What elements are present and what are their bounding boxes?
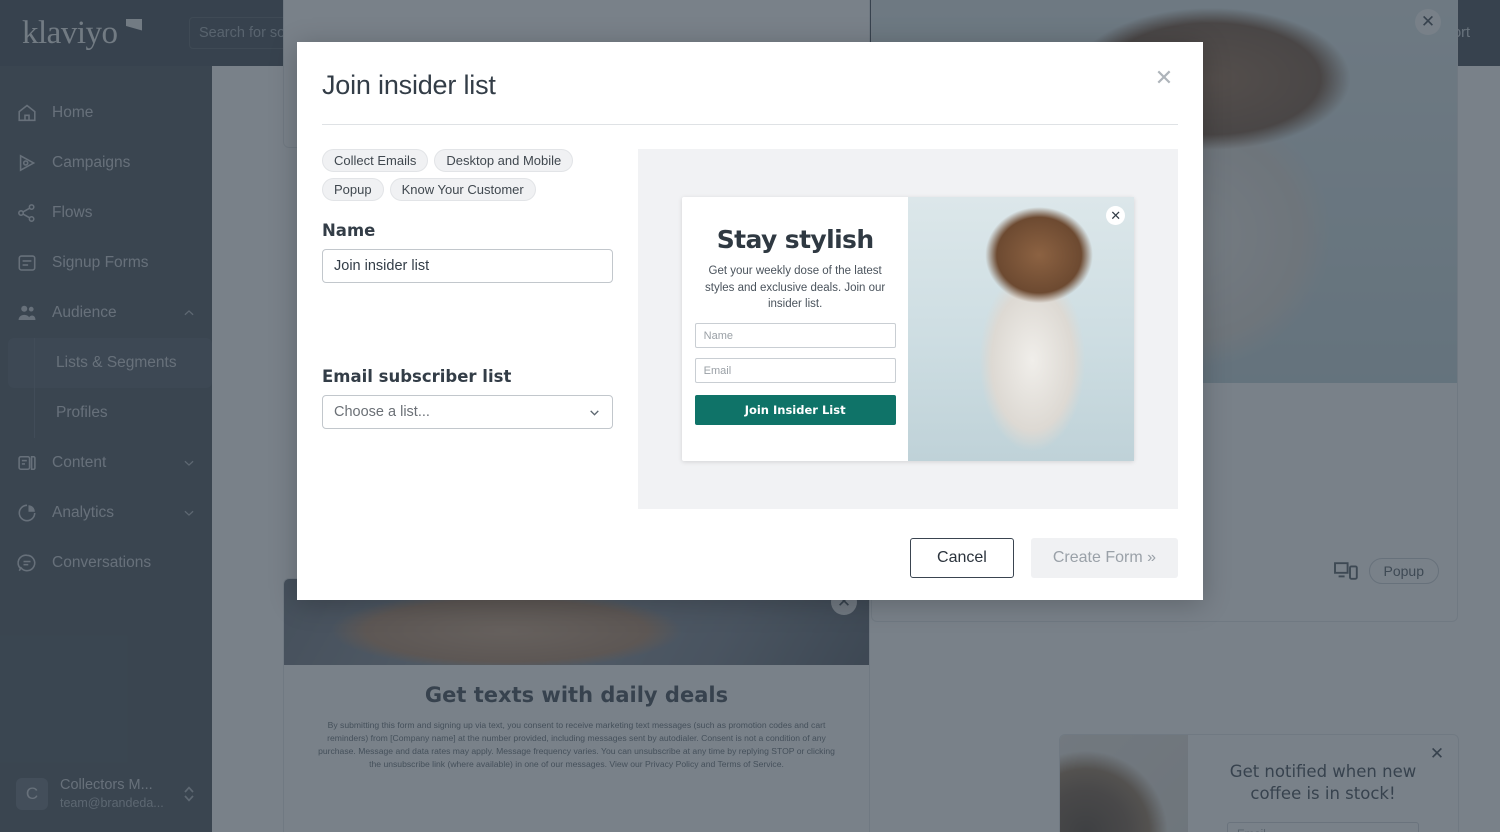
popup-subtext: Get your weekly dose of the latest style… (705, 265, 886, 311)
form-name-value: Join insider list (334, 258, 430, 274)
tag-popup: Popup (322, 178, 384, 201)
form-name-input[interactable]: Join insider list (322, 249, 613, 283)
form-preview-panel: Stay stylish Get your weekly dose of the… (638, 149, 1178, 509)
popup-image-side: ✕ (908, 197, 1135, 461)
modal-body: Collect Emails Desktop and Mobile Popup … (297, 125, 1203, 509)
page-title: Join insider list (322, 70, 496, 100)
close-icon[interactable]: ✕ (1151, 66, 1177, 92)
popup-headline: Stay stylish (716, 225, 874, 254)
select-value: Choose a list... (334, 404, 430, 420)
email-subscriber-list-select[interactable]: Choose a list... (322, 395, 613, 429)
list-field-label: Email subscriber list (322, 367, 512, 386)
create-form-button[interactable]: Create Form » (1030, 538, 1178, 578)
close-icon[interactable]: ✕ (1106, 206, 1126, 225)
popup-name-placeholder: Name (703, 329, 733, 342)
cancel-button[interactable]: Cancel (910, 538, 1014, 578)
popup-submit-button[interactable]: Join Insider List (694, 395, 896, 426)
chevron-down-icon (590, 409, 599, 416)
tag-list: Collect Emails Desktop and Mobile Popup … (322, 149, 613, 201)
form-column: Collect Emails Desktop and Mobile Popup … (322, 149, 613, 509)
modal-header: Join insider list ✕ (297, 42, 1203, 101)
popup-content-side: Stay stylish Get your weekly dose of the… (682, 197, 908, 461)
tag-desktop-and-mobile: Desktop and Mobile (434, 149, 574, 172)
modal-footer: Cancel Create Form » (910, 538, 1178, 578)
tag-collect-emails: Collect Emails (322, 149, 429, 172)
popup-name-input[interactable]: Name (694, 323, 896, 349)
popup-email-placeholder: Email (703, 364, 732, 377)
create-form-modal: Join insider list ✕ Collect Emails Deskt… (297, 42, 1203, 600)
tag-know-your-customer: Know Your Customer (389, 178, 536, 201)
app-root: klaviyo Search for someone... Account Pl… (0, 0, 1500, 832)
popup-preview: Stay stylish Get your weekly dose of the… (682, 197, 1135, 461)
name-field-label: Name (322, 221, 376, 240)
popup-email-input[interactable]: Email (694, 358, 896, 384)
